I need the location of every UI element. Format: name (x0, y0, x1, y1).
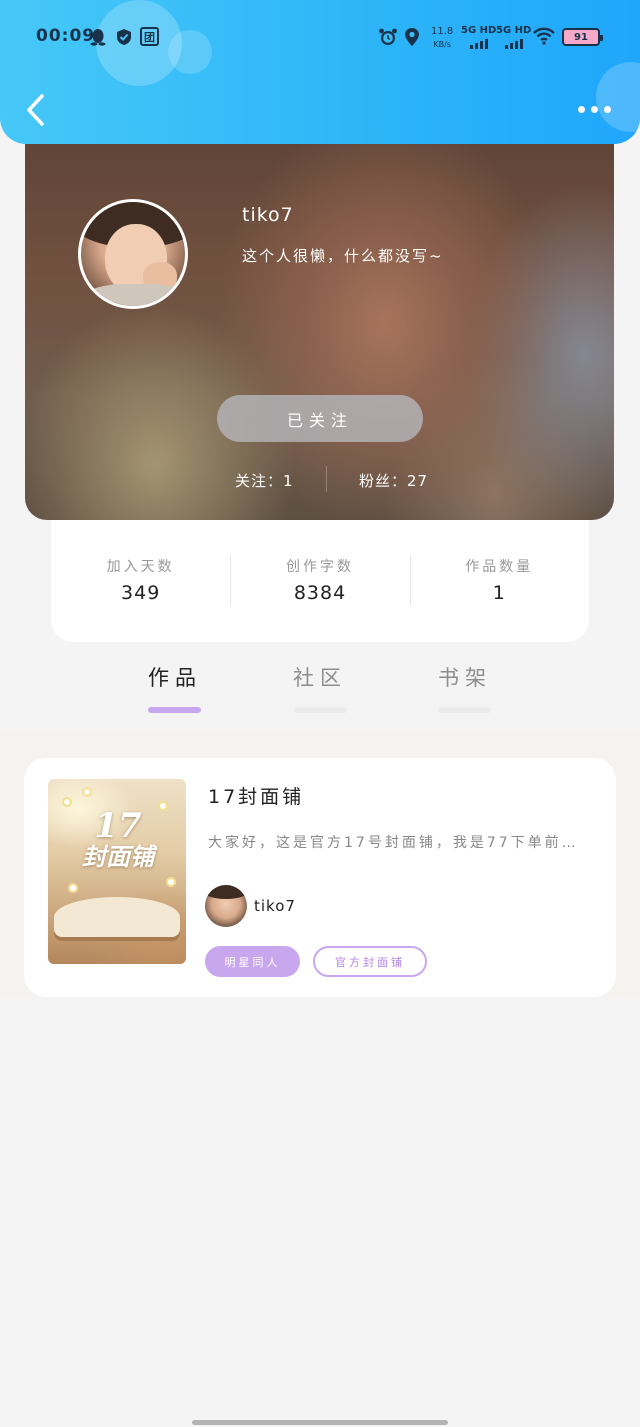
tag-chip[interactable]: 官方封面铺 (313, 946, 427, 977)
network-speed: 11.8 KB/s (431, 25, 453, 51)
network-speed-unit: KB/s (433, 40, 451, 49)
stat-label: 作品数量 (465, 559, 534, 575)
follow-button[interactable]: 已关注 (217, 395, 423, 442)
tab-bookshelf[interactable]: 书架 (420, 662, 510, 692)
network-speed-value: 11.8 (431, 26, 454, 37)
book-illustration (54, 897, 180, 937)
profile-username: tiko7 (242, 204, 294, 226)
stat-value: 1 (492, 582, 506, 604)
cover-text: 封面铺 (82, 842, 154, 871)
tab-works[interactable]: 作品 (130, 662, 220, 692)
sim1-label: 5G HD (461, 25, 497, 36)
qq-penguin-icon (88, 27, 108, 47)
profile-banner: tiko7 这个人很懒，什么都没写~ 已关注 关注：1 粉丝：27 (25, 104, 614, 520)
tab-community[interactable]: 社区 (275, 662, 365, 692)
stat-label: 创作字数 (285, 559, 354, 575)
more-dot-icon (577, 105, 585, 113)
author-avatar[interactable] (205, 885, 247, 927)
work-title[interactable]: 17封面铺 (208, 782, 304, 809)
stat-value: 8384 (293, 582, 347, 604)
signal-bars-icon (496, 39, 531, 49)
stat-word-count: 创作字数 8384 (230, 520, 409, 606)
app-header: 00:09 团 11.8 KB/s 5G HD 5G HD 91 (0, 0, 640, 144)
stat-works-count: 作品数量 1 (409, 520, 589, 606)
shield-check-icon (114, 27, 134, 47)
work-cover-image[interactable]: 17 封面铺 (48, 779, 186, 964)
profile-bio: 这个人很懒，什么都没写~ (242, 247, 444, 265)
sim2-label: 5G HD (496, 25, 532, 36)
stat-value: 349 (121, 582, 161, 604)
author-name[interactable]: tiko7 (254, 897, 296, 915)
more-dot-icon (590, 105, 598, 113)
tab-indicator (294, 707, 347, 713)
following-count[interactable]: 关注：1 (235, 470, 294, 491)
stat-label: 加入天数 (106, 559, 175, 575)
wifi-icon (532, 27, 556, 49)
sim2-signal: 5G HD (496, 25, 531, 49)
tab-indicator (438, 707, 491, 713)
cover-number: 17 (94, 806, 142, 846)
status-time: 00:09 (36, 26, 96, 46)
divider (326, 466, 327, 492)
stat-join-days: 加入天数 349 (51, 520, 230, 604)
more-options-button[interactable] (572, 98, 616, 120)
cover-title-art: 17 封面铺 (56, 809, 180, 871)
home-indicator[interactable] (192, 1420, 448, 1425)
location-pin-icon (402, 27, 422, 47)
alarm-clock-icon (378, 27, 398, 47)
signal-bars-icon (461, 39, 496, 49)
work-description: 大家好，这是官方17号封面铺，我是77下单前请先看公告~ (208, 835, 592, 851)
profile-avatar[interactable] (78, 199, 188, 309)
status-bar: 00:09 团 11.8 KB/s 5G HD 5G HD 91 (0, 0, 640, 74)
sim1-signal: 5G HD (461, 25, 496, 49)
chevron-left-icon (27, 94, 44, 126)
more-dot-icon (603, 105, 611, 113)
tab-active-indicator (148, 707, 201, 713)
stats-card: 加入天数 349 创作字数 8384 作品数量 1 (51, 520, 589, 642)
fans-count[interactable]: 粉丝：27 (359, 470, 428, 491)
work-card[interactable]: 17 封面铺 17封面铺 大家好，这是官方17号封面铺，我是77下单前请先看公告… (24, 758, 616, 997)
app-notification-icon: 团 (140, 27, 159, 46)
battery-indicator: 91 (562, 28, 603, 46)
tag-chip[interactable]: 明星同人 (205, 946, 300, 977)
back-button[interactable] (22, 90, 50, 130)
